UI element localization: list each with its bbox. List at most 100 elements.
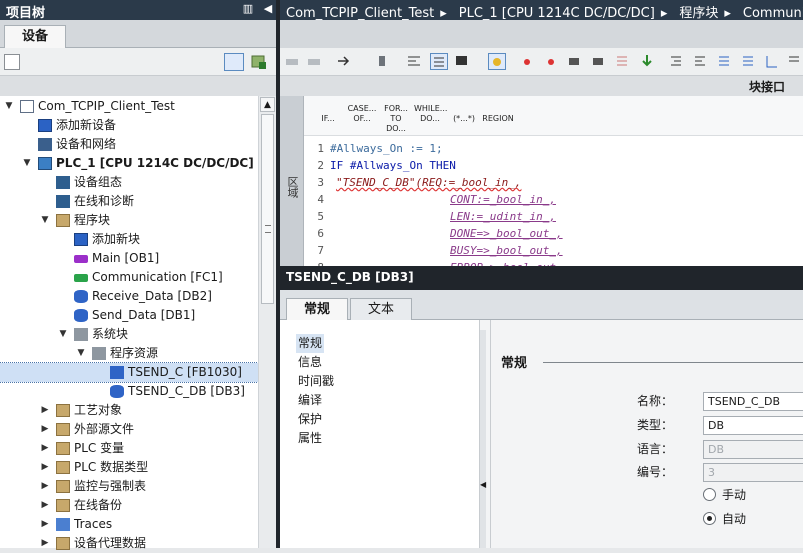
tree-item[interactable]: ▶ 工艺对象: [0, 401, 258, 420]
tree-item[interactable]: 设备和网络: [0, 135, 258, 154]
collapse-left-icon[interactable]: ◀: [262, 2, 274, 16]
code-line[interactable]: LEN:=_udint_in_,: [450, 208, 556, 225]
scroll-left-icon[interactable]: ◀: [480, 480, 486, 489]
insert-row-icon[interactable]: [284, 53, 302, 70]
go-to-icon[interactable]: [336, 53, 354, 70]
type-field[interactable]: DB: [703, 416, 803, 435]
tree-scrollbar[interactable]: ▲: [258, 96, 276, 548]
code-line[interactable]: ERROR=>_bool_out_,: [450, 259, 569, 266]
download-icon[interactable]: [638, 53, 656, 70]
nav-attributes[interactable]: 属性: [298, 429, 322, 448]
expand-caret-icon[interactable]: ▼: [58, 325, 68, 344]
snapshot-icon[interactable]: [764, 53, 782, 70]
breadcrumb-project[interactable]: Com_TCPIP_Client_Test: [280, 4, 434, 20]
tree-item[interactable]: ▼ 程序块: [0, 211, 258, 230]
step-over-icon[interactable]: [590, 53, 608, 70]
tab-text[interactable]: 文本: [350, 298, 412, 320]
instruction-button[interactable]: FOR... TO DO...: [380, 104, 412, 134]
tree-item[interactable]: ▶ 外部源文件: [0, 420, 258, 439]
add-icon[interactable]: [250, 53, 268, 71]
reference-icon[interactable]: [376, 53, 394, 70]
remove-breakpoint-icon[interactable]: [542, 53, 560, 70]
nav-timestamps[interactable]: 时间戳: [298, 372, 334, 391]
collapse-caret-icon[interactable]: ▶: [40, 439, 50, 458]
tree-item[interactable]: ▶ 监控与强制表: [0, 477, 258, 496]
instruction-button[interactable]: (*...*): [448, 104, 480, 134]
code-line[interactable]: DONE=>_bool_out_,: [450, 225, 563, 242]
tab-general[interactable]: 常规: [286, 298, 348, 320]
scroll-thumb[interactable]: [261, 114, 274, 304]
radio-auto-icon[interactable]: [703, 512, 716, 525]
bookmark-icon[interactable]: [488, 53, 506, 70]
dock-icon[interactable]: ▥: [242, 2, 254, 16]
absolute-operands-icon[interactable]: [430, 53, 448, 70]
tree-item[interactable]: 添加新块: [0, 230, 258, 249]
instruction-button[interactable]: WHILE... DO...: [414, 104, 447, 134]
radio-manual[interactable]: 手动: [703, 486, 746, 504]
radio-manual-icon[interactable]: [703, 488, 716, 501]
collapse-caret-icon[interactable]: ▶: [40, 458, 50, 477]
expand-caret-icon[interactable]: ▼: [76, 344, 86, 363]
nav-information[interactable]: 信息: [298, 353, 322, 372]
name-field[interactable]: TSEND_C_DB: [703, 392, 803, 411]
uncomment-icon[interactable]: [740, 53, 758, 70]
inspector-titlebar[interactable]: TSEND_C_DB [DB3]: [280, 266, 803, 290]
tree-item[interactable]: ▶ PLC 变量: [0, 439, 258, 458]
tree-item[interactable]: ▶ PLC 数据类型: [0, 458, 258, 477]
region-strip[interactable]: 区域: [280, 96, 304, 266]
instruction-button[interactable]: REGION: [482, 104, 514, 134]
instruction-button[interactable]: IF...: [312, 104, 344, 134]
tree-item[interactable]: Send_Data [DB1]: [0, 306, 258, 325]
breadcrumb-program-blocks[interactable]: 程序块: [673, 0, 718, 20]
tree-item[interactable]: ▶ 在线备份: [0, 496, 258, 515]
list-icon[interactable]: [614, 53, 632, 70]
block-interface-bar[interactable]: 块接口: [280, 76, 803, 96]
collapse-caret-icon[interactable]: ▶: [40, 401, 50, 420]
project-view-icon[interactable]: [4, 54, 20, 70]
collapse-caret-icon[interactable]: ▶: [40, 420, 50, 439]
breakpoint-icon[interactable]: [518, 53, 536, 70]
breadcrumb-plc[interactable]: PLC_1 [CPU 1214C DC/DC/DC]: [453, 4, 655, 20]
collapse-caret-icon[interactable]: ▶: [40, 534, 50, 553]
code-line[interactable]: #Allways_On := 1;: [330, 140, 443, 157]
tab-devices[interactable]: 设备: [4, 25, 66, 49]
nav-scrollbar[interactable]: ◀: [480, 330, 486, 548]
tree-item[interactable]: 设备组态: [0, 173, 258, 192]
code-line[interactable]: IF #Allways_On THEN: [330, 157, 456, 174]
tree-item[interactable]: 在线和诊断: [0, 192, 258, 211]
expand-caret-icon[interactable]: ▼: [22, 154, 32, 173]
instruction-button[interactable]: CASE... OF...: [346, 104, 378, 134]
nav-general[interactable]: 常规: [296, 334, 325, 353]
expand-caret-icon[interactable]: ▼: [40, 211, 50, 230]
tree-item[interactable]: ▼ PLC_1 [CPU 1214C DC/DC/DC]: [0, 154, 258, 173]
radio-auto[interactable]: 自动: [703, 510, 746, 528]
tree-item[interactable]: ▶ Traces: [0, 515, 258, 534]
tree-item[interactable]: 添加新设备: [0, 116, 258, 135]
tree-item[interactable]: TSEND_C_DB [DB3]: [0, 382, 258, 401]
collapse-caret-icon[interactable]: ▶: [40, 515, 50, 534]
tree-item[interactable]: ▼ 系统块: [0, 325, 258, 344]
overview-icon[interactable]: [224, 53, 244, 71]
step-icon[interactable]: [566, 53, 584, 70]
indent-icon[interactable]: [668, 53, 686, 70]
tree-item[interactable]: ▶ 设备代理数据: [0, 534, 258, 553]
comment-icon[interactable]: [716, 53, 734, 70]
nav-protection[interactable]: 保护: [298, 410, 322, 429]
scroll-up-icon[interactable]: ▲: [260, 97, 275, 112]
monitor-icon[interactable]: [454, 53, 472, 70]
code-line[interactable]: BUSY=>_bool_out_,: [450, 242, 563, 259]
code-line[interactable]: CONT:=_bool_in_,: [450, 191, 556, 208]
outdent-icon[interactable]: [692, 53, 710, 70]
tree-item[interactable]: Main [OB1]: [0, 249, 258, 268]
more-icon[interactable]: [786, 53, 803, 70]
code-line[interactable]: "TSEND_C_DB"(REQ:=_bool_in_,: [336, 174, 521, 191]
collapse-caret-icon[interactable]: ▶: [40, 477, 50, 496]
tree-item[interactable]: Communication [FC1]: [0, 268, 258, 287]
nav-compile[interactable]: 编译: [298, 391, 322, 410]
align-left-icon[interactable]: [406, 53, 424, 70]
tree-item[interactable]: TSEND_C [FB1030]: [0, 362, 259, 383]
expand-caret-icon[interactable]: ▼: [4, 97, 14, 116]
code-area[interactable]: #Allways_On := 1; IF #Allways_On THEN "TSE…: [330, 136, 803, 266]
collapse-caret-icon[interactable]: ▶: [40, 496, 50, 515]
tree-item[interactable]: ▼ Com_TCPIP_Client_Test: [0, 97, 258, 116]
